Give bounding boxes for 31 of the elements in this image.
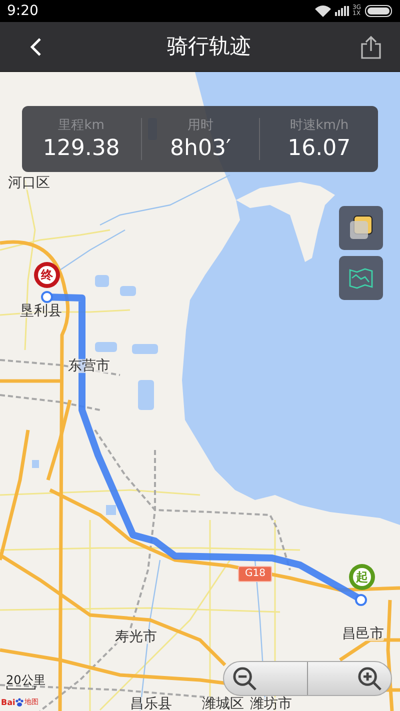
scale-bar-icon: [6, 686, 36, 690]
stat-value: 16.07: [288, 138, 351, 160]
wifi-icon: [314, 5, 331, 17]
map-place-label: 潍城区: [202, 697, 244, 711]
scale-label: 20公里: [6, 674, 46, 686]
route-map-button[interactable]: [339, 256, 383, 300]
stat-label: 用时: [187, 118, 214, 132]
page-title: 骑行轨迹: [167, 32, 251, 60]
stat-label: 时速km/h: [290, 118, 349, 132]
map-place-label: 垦利县: [20, 304, 62, 318]
paw-icon: [15, 698, 24, 707]
battery-icon: [365, 5, 393, 17]
status-time: 9:20: [7, 4, 38, 18]
map-place-label: 潍坊市: [250, 697, 292, 711]
map-place-label: 昌邑市: [342, 627, 384, 641]
map-place-label: 东营市: [68, 359, 110, 373]
signal-icon: [334, 6, 349, 16]
map-place-label: 寿光市: [115, 630, 157, 644]
road-badge: G18: [238, 566, 272, 582]
layers-icon: [348, 215, 374, 241]
stat-label: 里程km: [58, 118, 104, 132]
layers-button[interactable]: [339, 206, 383, 250]
map-place-label: 河口区: [8, 176, 50, 190]
map-logo-text: Bai: [1, 698, 16, 706]
stat-value: 8h03′: [170, 138, 231, 160]
zoom-in-icon: [357, 666, 383, 692]
route-map-icon: [349, 267, 373, 289]
stat-value: 129.38: [42, 138, 120, 160]
share-icon[interactable]: [360, 34, 382, 58]
map-place-label: 昌乐县: [130, 697, 172, 711]
zoom-out-icon: [232, 666, 258, 692]
